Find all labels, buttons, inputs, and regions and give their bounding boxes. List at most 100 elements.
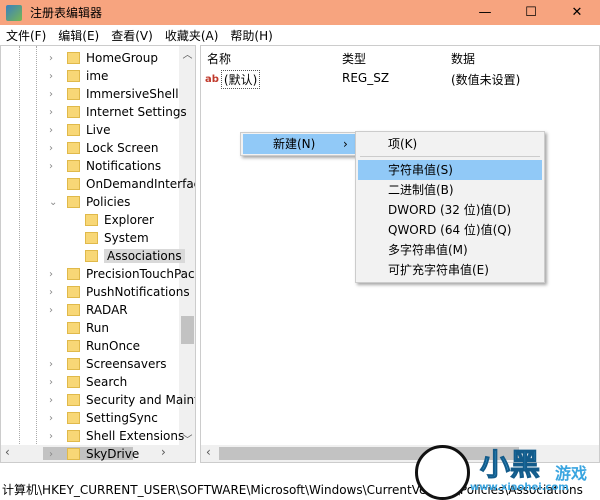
tree-node[interactable]: › Shell Extensions — [49, 427, 184, 445]
tree-node[interactable]: › Live — [49, 121, 111, 139]
chevron-right-icon[interactable]: › — [49, 71, 59, 82]
tree-node[interactable]: RunOnce — [49, 337, 140, 355]
folder-icon — [67, 286, 80, 298]
tree-node[interactable]: ⌄ Policies — [49, 193, 130, 211]
new-submenu: 项(K) 字符串值(S) 二进制值(B) DWORD (32 位)值(D) QWORD … — [355, 131, 545, 283]
folder-icon — [67, 268, 80, 280]
tree-scroll-thumb[interactable] — [181, 316, 194, 344]
tree-node[interactable]: › HomeGroup — [49, 49, 158, 67]
tree-node-label: SettingSync — [86, 411, 158, 425]
minimize-button[interactable]: — — [462, 0, 508, 25]
tree-node[interactable]: OnDemandInterfac — [49, 175, 195, 193]
tree-node-label: Live — [86, 123, 111, 137]
chevron-right-icon[interactable]: › — [49, 161, 59, 172]
tree-node[interactable]: › Internet Settings — [49, 103, 187, 121]
submenu-item[interactable]: 可扩充字符串值(E) — [358, 260, 542, 280]
chevron-right-icon[interactable]: › — [49, 143, 59, 154]
registry-tree: ︿ ﹀ ‹ › › HomeGroup › ime › ImmersiveShell › In… — [0, 45, 196, 463]
tree-node[interactable]: › ime — [49, 67, 108, 85]
tree-node[interactable]: › ImmersiveShell — [49, 85, 179, 103]
menu-item-new[interactable]: 新建(N) › — [243, 134, 355, 154]
submenu-item[interactable]: 字符串值(S) — [358, 160, 542, 180]
tree-node[interactable]: › Lock Screen — [49, 139, 158, 157]
chevron-right-icon[interactable]: › — [49, 89, 59, 100]
menu-help[interactable]: 帮助(H) — [224, 27, 278, 44]
tree-node[interactable]: › Security and Maint — [49, 391, 196, 409]
submenu-item[interactable]: DWORD (32 位)值(D) — [358, 200, 542, 220]
tree-node-label: ImmersiveShell — [86, 87, 179, 101]
folder-icon — [67, 70, 80, 82]
tree-node-label: PrecisionTouchPac — [86, 267, 195, 281]
tree-node[interactable]: Run — [49, 319, 109, 337]
folder-icon — [67, 448, 80, 460]
scroll-right-icon[interactable]: › — [161, 445, 166, 459]
tree-node[interactable]: System — [67, 229, 149, 247]
scroll-left-icon[interactable]: ‹ — [5, 445, 10, 459]
tree-node-label: ime — [86, 69, 109, 83]
menu-favorites[interactable]: 收藏夹(A) — [159, 27, 225, 44]
column-header-data[interactable]: 数据 — [451, 50, 475, 67]
tree-node-label: Internet Settings — [86, 105, 187, 119]
chevron-right-icon[interactable]: › — [49, 449, 59, 460]
chevron-right-icon[interactable]: › — [49, 359, 59, 370]
submenu-item[interactable]: 二进制值(B) — [358, 180, 542, 200]
tree-node[interactable]: › Search — [49, 373, 127, 391]
scroll-left-icon[interactable]: ‹ — [206, 445, 211, 459]
tree-node-label: Security and Maint — [86, 393, 196, 407]
menu-file[interactable]: 文件(F) — [0, 27, 52, 44]
chevron-right-icon[interactable]: › — [49, 53, 59, 64]
tree-node-label: Run — [86, 321, 110, 335]
tree-node[interactable]: Explorer — [67, 211, 154, 229]
folder-icon — [67, 88, 80, 100]
tree-node[interactable]: › SkyDrive — [49, 445, 139, 462]
submenu-item[interactable]: 多字符串值(M) — [358, 240, 542, 260]
menu-item-new-label: 新建(N) — [273, 137, 316, 151]
scroll-up-icon[interactable]: ︿ — [179, 46, 195, 61]
folder-icon — [85, 232, 98, 244]
chevron-right-icon[interactable]: › — [49, 377, 59, 388]
value-name: (默认) — [220, 70, 261, 89]
maximize-button[interactable]: ☐ — [508, 0, 554, 25]
context-menu: 新建(N) › — [240, 132, 358, 156]
close-button[interactable]: ✕ — [554, 0, 600, 25]
tree-node-label: Explorer — [104, 213, 154, 227]
regedit-app-icon — [6, 4, 22, 21]
tree-node[interactable]: Associations — [67, 247, 185, 265]
tree-node[interactable]: › RADAR — [49, 301, 128, 319]
tree-node[interactable]: › Notifications — [49, 157, 161, 175]
chevron-right-icon[interactable]: › — [49, 287, 59, 298]
folder-icon — [67, 412, 80, 424]
value-type: REG_SZ — [342, 71, 390, 85]
title-bar: 注册表编辑器 — ☐ ✕ — [0, 0, 600, 25]
chevron-right-icon[interactable]: › — [49, 269, 59, 280]
window-title: 注册表编辑器 — [30, 6, 103, 20]
chevron-right-icon[interactable]: › — [49, 413, 59, 424]
value-row[interactable]: ab (默认) — [205, 70, 261, 89]
tree-node-label: Notifications — [86, 159, 162, 173]
menu-edit[interactable]: 编辑(E) — [52, 27, 105, 44]
submenu-item[interactable]: QWORD (64 位)值(Q) — [358, 220, 542, 240]
folder-icon — [67, 160, 80, 172]
folder-icon — [67, 430, 80, 442]
tree-node[interactable]: › PushNotifications — [49, 283, 190, 301]
tree-node-label: Search — [86, 375, 128, 389]
tree-node[interactable]: › PrecisionTouchPac — [49, 265, 195, 283]
chevron-right-icon[interactable]: › — [49, 431, 59, 442]
submenu-item[interactable]: 项(K) — [358, 134, 542, 154]
tree-node-label: Shell Extensions — [86, 429, 185, 443]
column-header-type[interactable]: 类型 — [342, 50, 366, 67]
chevron-right-icon[interactable]: › — [49, 395, 59, 406]
chevron-right-icon[interactable]: › — [49, 125, 59, 136]
submenu-arrow-icon: › — [343, 137, 348, 151]
folder-icon — [67, 376, 80, 388]
tree-node[interactable]: › SettingSync — [49, 409, 158, 427]
chevron-down-icon[interactable]: ⌄ — [49, 197, 59, 208]
tree-node-label: RADAR — [86, 303, 128, 317]
tree-node[interactable]: › Screensavers — [49, 355, 167, 373]
column-header-name[interactable]: 名称 — [207, 50, 231, 67]
menu-view[interactable]: 查看(V) — [105, 27, 159, 44]
chevron-right-icon[interactable]: › — [49, 107, 59, 118]
tree-node-label: Policies — [86, 195, 131, 209]
chevron-right-icon[interactable]: › — [49, 305, 59, 316]
folder-icon — [85, 214, 98, 226]
